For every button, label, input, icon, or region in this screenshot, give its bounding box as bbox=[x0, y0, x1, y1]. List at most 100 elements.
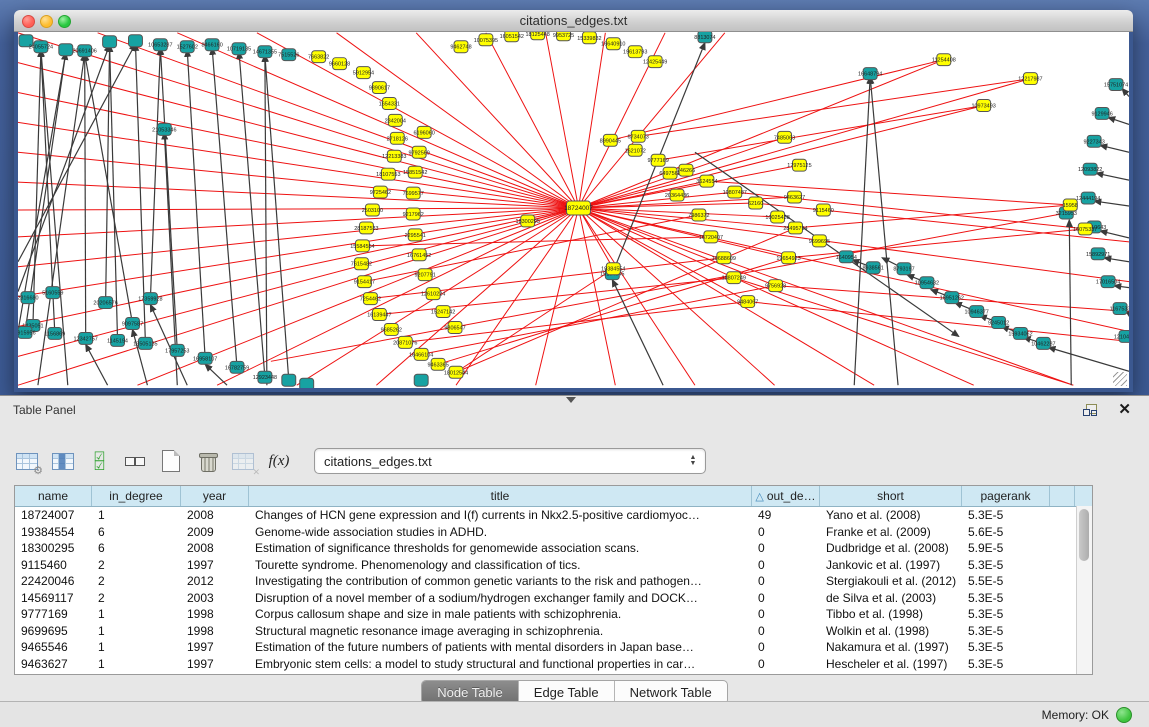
graph-node[interactable]: 9217962 bbox=[403, 208, 424, 220]
graph-node[interactable]: 1621072 bbox=[625, 144, 646, 156]
graph-node[interactable]: 9154417 bbox=[354, 276, 375, 288]
graph-node[interactable]: 7986372 bbox=[688, 209, 709, 221]
resize-grip-icon[interactable] bbox=[1113, 372, 1127, 386]
column-header-pagerank[interactable]: pagerank bbox=[962, 486, 1050, 506]
graph-node[interactable]: 12213383 bbox=[382, 150, 406, 162]
graph-node[interactable]: 17975125 bbox=[787, 159, 811, 171]
graph-node[interactable]: 9685262 bbox=[381, 323, 402, 335]
graph-node[interactable]: 2718126 bbox=[387, 132, 408, 144]
network-window-titlebar[interactable]: citations_edges.txt bbox=[14, 10, 1133, 32]
graph-node[interactable]: 15584554 bbox=[350, 240, 374, 252]
graph-node[interactable]: 21053346 bbox=[152, 123, 176, 135]
column-header-filler[interactable] bbox=[1050, 486, 1075, 506]
graph-node[interactable]: 1654331 bbox=[379, 98, 400, 110]
delete-column-button[interactable] bbox=[194, 449, 220, 473]
memory-ok-indicator[interactable] bbox=[1116, 707, 1132, 723]
graph-node[interactable]: 12923448 bbox=[253, 371, 277, 383]
table-row[interactable]: 946362711997Embryonic stem cells: a mode… bbox=[15, 656, 1092, 673]
float-panel-icon[interactable] bbox=[1083, 404, 1097, 416]
table-row[interactable]: 911546021997Tourette syndrome. Phenomeno… bbox=[15, 557, 1092, 574]
graph-node[interactable]: 10462287 bbox=[1031, 337, 1055, 349]
graph-node[interactable]: 12610224 bbox=[421, 288, 445, 300]
graph-node[interactable]: 28495794 bbox=[783, 222, 807, 234]
network-canvas[interactable]: 2405572420691406106532871527602846616010… bbox=[18, 32, 1129, 388]
graph-node[interactable]: 10719135 bbox=[227, 43, 251, 55]
row-mode-button[interactable] bbox=[122, 449, 148, 473]
graph-node[interactable] bbox=[59, 44, 73, 56]
graph-node[interactable]: 15958 bbox=[1063, 199, 1078, 211]
graph-node[interactable]: 10075395 bbox=[474, 34, 498, 46]
show-column-button[interactable] bbox=[50, 449, 76, 473]
graph-node[interactable]: 9207791 bbox=[415, 269, 436, 281]
table-row[interactable]: 977716911998Corpus callosum shape and si… bbox=[15, 606, 1092, 623]
graph-node[interactable]: 10973493 bbox=[971, 99, 995, 111]
graph-node[interactable] bbox=[414, 374, 428, 386]
graph-node[interactable]: 16648794 bbox=[858, 68, 882, 80]
graph-node[interactable] bbox=[129, 35, 143, 47]
graph-node[interactable]: 8813074 bbox=[694, 32, 715, 43]
graph-node[interactable]: 9463365 bbox=[427, 358, 448, 370]
graph-node[interactable]: 9462748 bbox=[450, 41, 471, 53]
graph-node[interactable]: 5912954 bbox=[353, 67, 374, 79]
graph-node[interactable]: 16051542 bbox=[500, 32, 524, 42]
graph-node[interactable]: 1145194 bbox=[107, 334, 128, 346]
graph-node[interactable]: 2503100 bbox=[362, 204, 383, 216]
column-header-in_degree[interactable]: in_degree bbox=[92, 486, 181, 506]
table-row[interactable]: 969969511998Structural magnetic resonanc… bbox=[15, 623, 1092, 640]
graph-node[interactable]: 12104034 bbox=[1114, 330, 1129, 342]
table-row[interactable]: 946554611997Estimation of the future num… bbox=[15, 639, 1092, 656]
graph-node[interactable]: 11254408 bbox=[932, 54, 956, 66]
graph-node[interactable]: 12425449 bbox=[643, 56, 667, 68]
graph-node[interactable]: 10946377 bbox=[965, 306, 989, 318]
graph-node[interactable]: 9463627 bbox=[784, 191, 805, 203]
graph-node[interactable]: 16761452 bbox=[407, 249, 431, 261]
table-row[interactable]: 1456911722003Disruption of a novel membe… bbox=[15, 590, 1092, 607]
graph-node[interactable]: 9660128 bbox=[329, 58, 350, 70]
graph-node[interactable]: 10025438 bbox=[765, 211, 789, 223]
graph-node[interactable]: 9953725 bbox=[553, 32, 574, 41]
graph-node[interactable]: 8990445 bbox=[600, 134, 621, 146]
graph-node[interactable]: 16466104 bbox=[409, 348, 433, 360]
graph-node[interactable]: 7515526 bbox=[278, 49, 299, 61]
graph-node[interactable]: 28187533 bbox=[354, 222, 378, 234]
graph-node[interactable]: 20206576 bbox=[93, 297, 117, 309]
splitpane-handle-icon[interactable] bbox=[566, 397, 576, 403]
graph-node[interactable]: 10653287 bbox=[148, 39, 172, 51]
graph-node[interactable]: 62160 bbox=[748, 197, 763, 209]
graph-node[interactable]: 18107553 bbox=[376, 168, 400, 180]
graph-node[interactable] bbox=[300, 378, 314, 388]
graph-node[interactable]: 15339832 bbox=[577, 32, 601, 44]
graph-node[interactable]: 19613793 bbox=[623, 46, 647, 58]
graph-node[interactable]: 17359928 bbox=[138, 293, 162, 305]
graph-node[interactable]: 12342757 bbox=[74, 332, 98, 344]
graph-node[interactable]: 9115460 bbox=[813, 204, 834, 216]
graph-node[interactable]: 12217987 bbox=[1018, 73, 1042, 85]
graph-node[interactable]: 1156869 bbox=[44, 327, 65, 339]
graph-node[interactable]: 1167533 bbox=[1110, 303, 1129, 315]
column-header-short[interactable]: short bbox=[820, 486, 962, 506]
table-row[interactable]: 1872400712008Changes of HCN gene express… bbox=[15, 507, 1092, 524]
graph-node[interactable]: 7615482 bbox=[351, 258, 372, 270]
graph-node[interactable]: 9792569 bbox=[409, 146, 430, 158]
column-header-title[interactable]: title bbox=[249, 486, 752, 506]
graph-node[interactable]: 18125448 bbox=[525, 32, 549, 40]
network-table-select[interactable]: citations_edges.txt ▲▼ bbox=[314, 448, 706, 474]
graph-node[interactable]: 14671355 bbox=[253, 46, 277, 58]
graph-node[interactable]: 10807487 bbox=[723, 186, 747, 198]
graph-node[interactable]: 10954632 bbox=[915, 277, 939, 289]
column-header-out_de…[interactable]: △out_de… bbox=[752, 486, 820, 506]
table-row[interactable]: 1830029562008Estimation of significance … bbox=[15, 540, 1092, 557]
function-builder-button[interactable]: f(x) bbox=[266, 449, 292, 473]
scrollbar-thumb[interactable] bbox=[1079, 509, 1089, 561]
graph-node[interactable]: 9777169 bbox=[647, 154, 668, 166]
network-window[interactable]: citations_edges.txt 24055724206914061065… bbox=[14, 10, 1133, 392]
graph-node[interactable]: 2295541 bbox=[405, 229, 426, 241]
graph-node[interactable]: 746266 bbox=[677, 164, 695, 176]
graph-node[interactable]: 12444194 bbox=[1076, 192, 1100, 204]
graph-node[interactable] bbox=[103, 36, 117, 48]
new-column-button[interactable] bbox=[158, 449, 184, 473]
column-header-name[interactable]: name bbox=[15, 486, 92, 506]
graph-node[interactable] bbox=[282, 374, 296, 386]
table-row[interactable]: 1938455462009Genome-wide association stu… bbox=[15, 524, 1092, 541]
table-row[interactable]: 2242004622012Investigating the contribut… bbox=[15, 573, 1092, 590]
